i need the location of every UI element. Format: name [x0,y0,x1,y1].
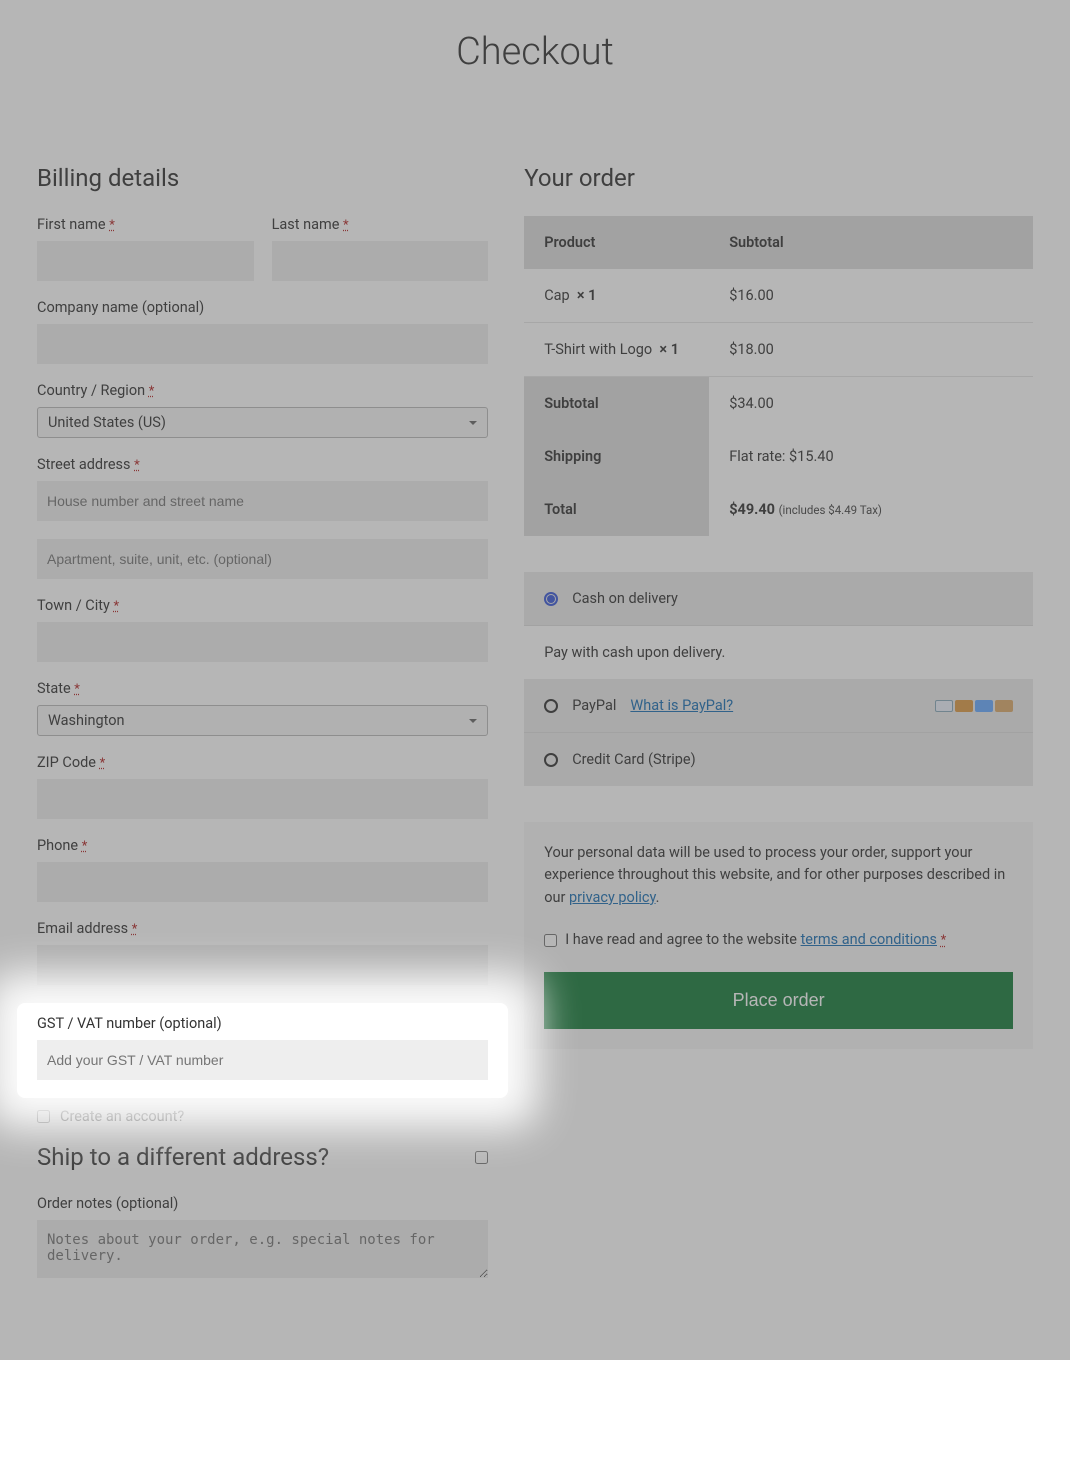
company-input[interactable] [37,324,488,364]
country-select[interactable]: United States (US) [37,407,488,438]
privacy-policy-link[interactable]: privacy policy [569,889,656,906]
shipping-value: Flat rate: $15.40 [709,430,1033,483]
col-product: Product [524,216,709,269]
street-input[interactable] [37,481,488,521]
phone-label: Phone * [37,837,488,854]
mastercard-icon [955,700,973,712]
total-value: $49.40 (includes $4.49 Tax) [709,483,1033,536]
subtotal-value: $34.00 [709,377,1033,431]
terms-checkbox[interactable] [544,934,557,947]
order-notes-label: Order notes (optional) [37,1195,488,1212]
zip-label: ZIP Code * [37,754,488,771]
state-label: State * [37,680,488,697]
place-order-button[interactable]: Place order [544,972,1013,1029]
city-input[interactable] [37,622,488,662]
paypal-card-icons [935,700,1013,712]
last-name-input[interactable] [272,241,489,281]
billing-heading: Billing details [37,164,488,192]
order-notes-input[interactable] [37,1220,488,1278]
table-row: Cap × 1 $16.00 [524,269,1033,323]
first-name-label: First name * [37,216,254,233]
first-name-input[interactable] [37,241,254,281]
gst-label: GST / VAT number (optional) [37,1015,488,1032]
discover-icon [995,700,1013,712]
radio-icon [544,753,558,767]
company-label: Company name (optional) [37,299,488,316]
total-label: Total [524,483,709,536]
radio-icon [544,699,558,713]
ship-different-checkbox[interactable] [475,1151,488,1164]
last-name-label: Last name * [272,216,489,233]
order-heading: Your order [524,164,1033,192]
subtotal-label: Subtotal [524,377,709,431]
paypal-icon [935,700,953,712]
pay-option-paypal[interactable]: PayPal What is PayPal? [524,679,1033,733]
pay-option-stripe[interactable]: Credit Card (Stripe) [524,733,1033,786]
paypal-whatis-link[interactable]: What is PayPal? [630,697,733,714]
street2-input[interactable] [37,539,488,579]
email-label: Email address * [37,920,488,937]
city-label: Town / City * [37,597,488,614]
order-table: Product Subtotal Cap × 1 $16.00 T-Shirt … [524,216,1033,536]
ship-different-heading: Ship to a different address? [37,1143,329,1171]
street-label: Street address * [37,456,488,473]
radio-icon [544,592,558,606]
payment-methods: Cash on delivery Pay with cash upon deli… [524,572,1033,786]
country-label: Country / Region * [37,382,488,399]
col-subtotal: Subtotal [709,216,1033,269]
gst-highlight: GST / VAT number (optional) [17,1003,508,1098]
gst-input[interactable] [37,1040,488,1080]
amex-icon [975,700,993,712]
email-input[interactable] [37,945,488,985]
phone-input[interactable] [37,862,488,902]
state-select[interactable]: Washington [37,705,488,736]
create-account-checkbox[interactable] [37,1110,50,1123]
privacy-box: Your personal data will be used to proce… [524,822,1033,1049]
page-title: Checkout [37,30,1033,74]
create-account-label: Create an account? [60,1108,184,1125]
cod-description: Pay with cash upon delivery. [524,626,1033,679]
zip-input[interactable] [37,779,488,819]
pay-option-cod[interactable]: Cash on delivery [524,572,1033,626]
shipping-label: Shipping [524,430,709,483]
terms-link[interactable]: terms and conditions [801,931,937,948]
table-row: T-Shirt with Logo × 1 $18.00 [524,323,1033,377]
